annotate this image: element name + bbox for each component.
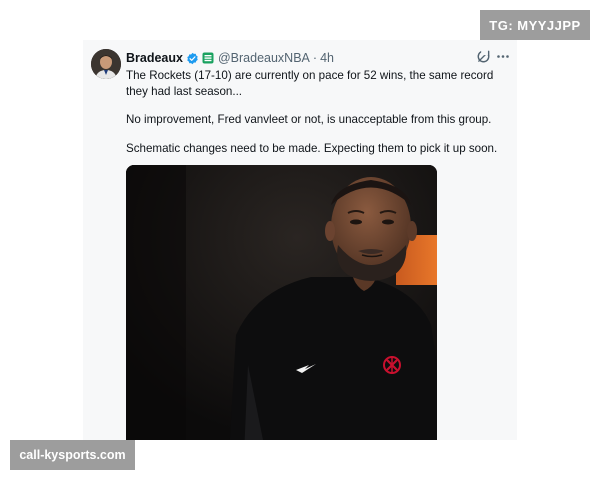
separator-dot: · — [312, 51, 318, 65]
tweet-paragraph: No improvement, Fred vanvleet or not, is… — [126, 113, 492, 126]
verified-badge-icon — [186, 52, 199, 65]
grok-icon[interactable] — [476, 49, 491, 64]
display-name[interactable]: Bradeaux — [126, 51, 183, 65]
tweet-paragraph: Schematic changes need to be made. Expec… — [126, 141, 498, 155]
coach-photo-image — [126, 165, 437, 440]
tweet-card[interactable]: Bradeaux @BradeauxNBA · 4h The Rockets (… — [83, 40, 517, 440]
avatar-image — [91, 49, 121, 79]
affiliation-badge-icon — [202, 52, 214, 64]
watermark-telegram: TG: MYYJJPP — [480, 10, 590, 40]
watermark-site: call-kysports.com — [10, 440, 135, 470]
tweet-photo[interactable] — [126, 165, 437, 440]
tweet-paragraph: The Rockets (17-10) are currently on pac… — [126, 69, 494, 98]
tweet-text: The Rockets (17-10) are currently on pac… — [126, 68, 511, 169]
timestamp[interactable]: 4h — [320, 51, 334, 65]
tweet-header: Bradeaux @BradeauxNBA · 4h — [126, 50, 334, 66]
user-handle[interactable]: @BradeauxNBA — [218, 51, 310, 65]
screenshot-page: Bradeaux @BradeauxNBA · 4h The Rockets (… — [0, 0, 600, 480]
avatar[interactable] — [91, 49, 121, 79]
more-options-icon[interactable] — [496, 49, 510, 64]
